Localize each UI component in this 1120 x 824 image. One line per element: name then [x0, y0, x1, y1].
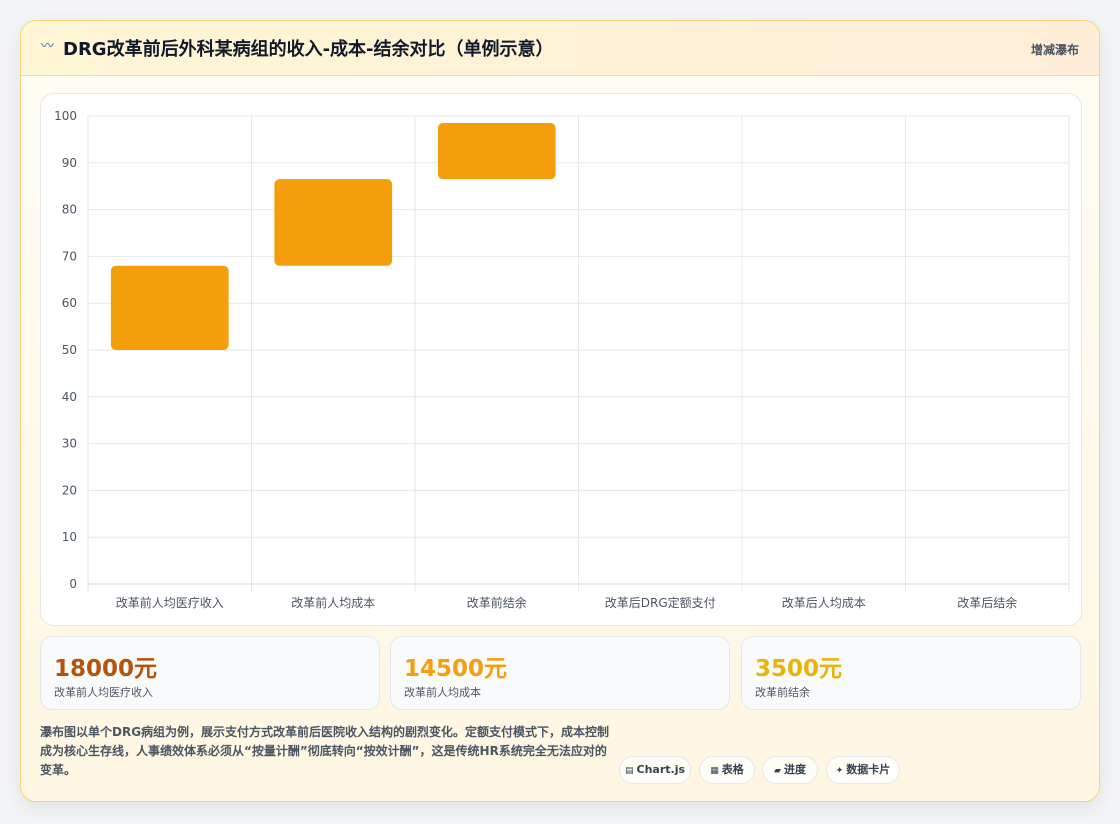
y-tick-label: 90 — [62, 156, 77, 170]
kpi-card-surplus: 3500元 改革前结余 — [741, 636, 1081, 710]
x-tick-label: 改革后结余 — [957, 595, 1017, 610]
kpi-label: 改革前结余 — [755, 686, 810, 699]
chart-description: 瀑布图以单个DRG病组为例，展示支付方式改革前后医院收入结构的剧烈变化。定额支付… — [40, 725, 610, 777]
kpi-value: 14500元 — [404, 656, 508, 682]
kpi-label: 改革前人均成本 — [404, 686, 481, 699]
y-tick-label: 10 — [62, 530, 77, 544]
table-icon: ▦ — [710, 766, 719, 776]
chart-card: 〰 DRG改革前后外科某病组的收入-成本-结余对比（单例示意） 增减瀑布 0 10… — [20, 20, 1100, 802]
card-icon: ✦ — [835, 766, 844, 776]
x-tick-label: 改革前结余 — [467, 595, 527, 610]
x-tick-label: 改革后DRG定额支付 — [605, 595, 716, 610]
y-tick-label: 30 — [62, 437, 77, 451]
x-tick-label: 改革前人均成本 — [291, 595, 375, 610]
chart-icon: ▤ — [624, 766, 634, 776]
chart-title: DRG改革前后外科某病组的收入-成本-结余对比（单例示意） — [63, 39, 554, 60]
bar — [274, 179, 393, 266]
y-tick-label: 40 — [62, 390, 77, 404]
y-tick-label: 20 — [62, 483, 77, 497]
data-card-button[interactable]: ✦ 数据卡片 — [826, 756, 900, 784]
chart-type-label: 增减瀑布 — [1030, 43, 1079, 57]
kpi-value: 18000元 — [54, 656, 158, 682]
wave-icon: 〰 — [41, 39, 55, 54]
kpi-card-revenue: 18000元 改革前人均医疗收入 — [40, 636, 380, 710]
waterfall-chart: 0 10 20 30 40 50 60 70 80 90 100 改革前人均医疗收入 改革前人均成本 改革… — [54, 109, 1070, 610]
progress-icon: ▰ — [774, 766, 781, 776]
progress-button-label: 进度 — [783, 763, 806, 776]
data-card-button-label: 数据卡片 — [846, 763, 891, 776]
chart-panel: 0 10 20 30 40 50 60 70 80 90 100 改革前人均医疗收入 改革前人均成本 改革… — [40, 93, 1082, 626]
x-tick-label: 改革前人均医疗收入 — [116, 595, 224, 610]
y-tick-label: 80 — [62, 203, 77, 217]
bar — [110, 265, 229, 350]
y-tick-label: 100 — [54, 109, 77, 123]
progress-button[interactable]: ▰ 进度 — [762, 756, 818, 784]
kpi-label: 改革前人均医疗收入 — [54, 686, 153, 699]
chartjs-button-label: Chart.js — [636, 763, 686, 776]
y-tick-label: 60 — [62, 296, 77, 310]
table-button-label: 表格 — [721, 763, 744, 776]
x-tick-label: 改革后人均成本 — [782, 596, 866, 610]
table-button[interactable]: ▦ 表格 — [699, 756, 755, 784]
chartjs-button[interactable]: ▤ Chart.js — [619, 756, 691, 784]
y-tick-label: 70 — [62, 249, 77, 263]
y-tick-label: 0 — [69, 577, 77, 591]
kpi-value: 3500元 — [755, 656, 843, 682]
card-header: 〰 DRG改革前后外科某病组的收入-成本-结余对比（单例示意） 增减瀑布 — [21, 21, 1099, 76]
bar — [437, 123, 556, 180]
y-tick-label: 50 — [62, 343, 77, 357]
kpi-card-cost: 14500元 改革前人均成本 — [390, 636, 730, 710]
